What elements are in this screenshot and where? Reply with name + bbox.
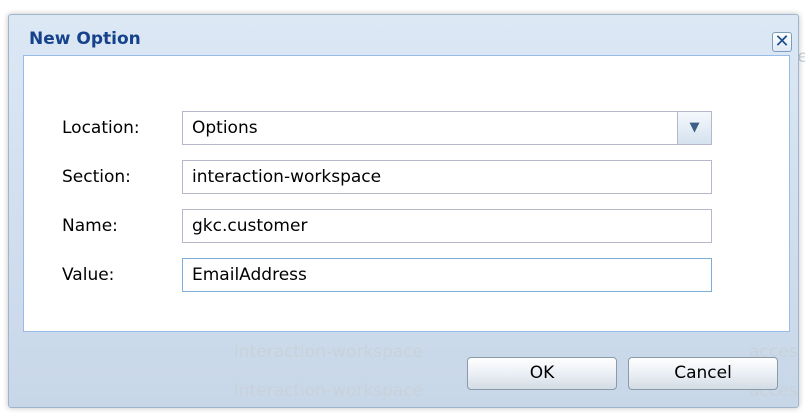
location-row: Location: Options ▼ [24,111,789,145]
dropdown-button[interactable]: ▼ [677,112,711,144]
section-field[interactable]: interaction-workspace [182,160,712,194]
chevron-down-icon: ▼ [689,120,700,135]
name-field[interactable]: gkc.customer [182,209,712,243]
location-select[interactable]: Options ▼ [182,111,712,145]
value-field[interactable]: EmailAddress [182,258,712,292]
location-value: Options [192,118,258,138]
value-label: Value: [62,265,115,285]
new-option-dialog: New Option ✕ Location: Options ▼ Section… [8,14,799,408]
cancel-button[interactable]: Cancel [628,357,778,390]
close-icon: ✕ [774,31,790,52]
section-row: Section: interaction-workspace [24,160,789,194]
ok-button[interactable]: OK [467,357,617,390]
name-row: Name: gkc.customer [24,209,789,243]
value-row: Value: EmailAddress [24,258,789,292]
name-label: Name: [62,216,118,236]
location-label: Location: [62,118,140,138]
background-cell: interaction-workspace [234,381,424,401]
section-label: Section: [62,167,131,187]
form-panel: Location: Options ▼ Section: interaction… [23,55,790,332]
close-button[interactable]: ✕ [772,32,792,52]
dialog-title: New Option [29,29,141,49]
background-cell: interaction-workspace [234,342,424,362]
